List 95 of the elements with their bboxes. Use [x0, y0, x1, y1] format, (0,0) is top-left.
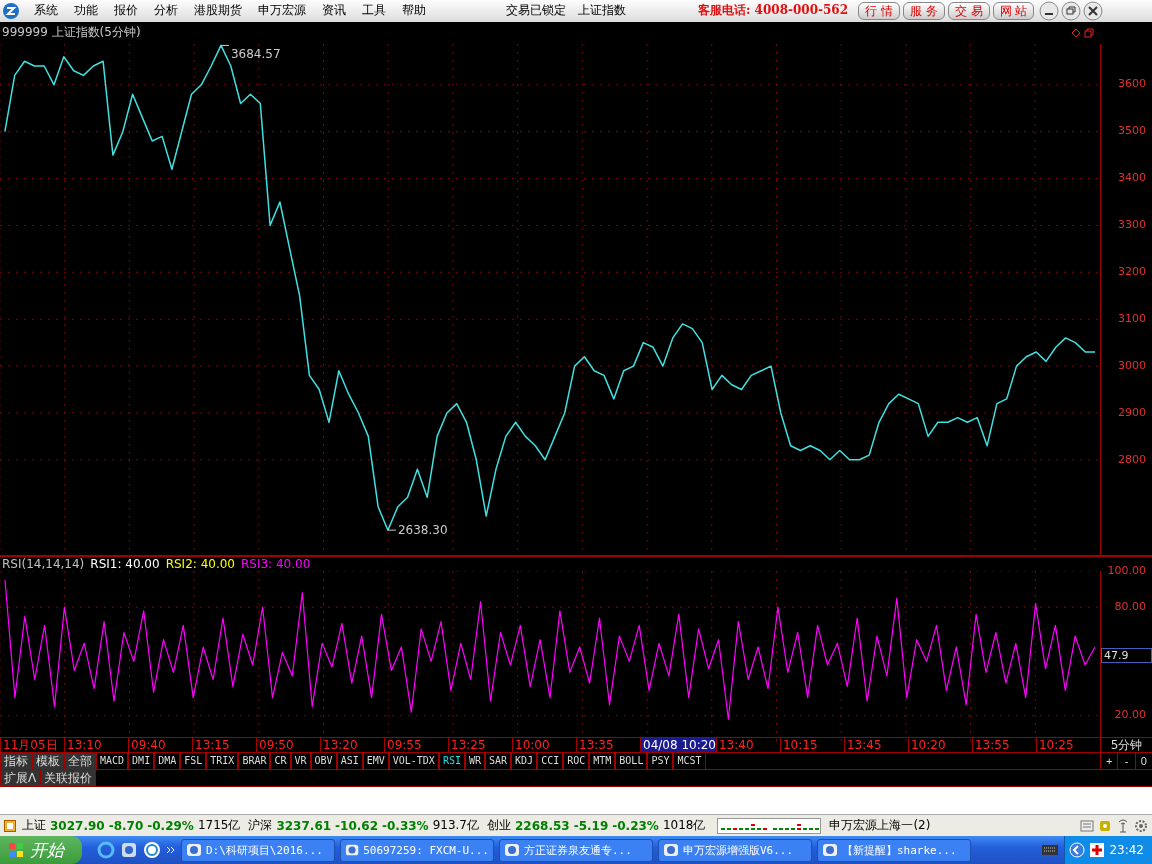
- lock-status: 交易已锁定: [506, 2, 566, 20]
- axis-label: 3400: [1118, 171, 1146, 185]
- chevron-icon[interactable]: [1069, 842, 1086, 858]
- axis-label: 3600: [1118, 77, 1146, 91]
- minimize-icon[interactable]: [1039, 0, 1060, 21]
- app-icon: [186, 842, 202, 858]
- axis-label: 3200: [1118, 265, 1146, 278]
- restore-icon[interactable]: [1061, 0, 1082, 21]
- time-label: 13:15: [192, 737, 256, 752]
- time-label: 10:20: [908, 737, 972, 752]
- close-icon[interactable]: [1083, 0, 1104, 21]
- menu-item[interactable]: 帮助: [396, 2, 436, 20]
- server-name: 申万宏源上海一(2): [829, 817, 931, 835]
- axis-label: 100.00: [1107, 563, 1146, 577]
- index-volume: 1018亿: [662, 817, 706, 835]
- time-label: 04/08 10:20: [640, 737, 716, 752]
- menu-item[interactable]: 系统: [28, 2, 68, 20]
- window-icon[interactable]: [1084, 27, 1094, 38]
- app-icon: [504, 842, 520, 858]
- index-name: 沪深: [248, 817, 273, 835]
- menu-item[interactable]: 港股期货: [188, 2, 252, 20]
- quick-button[interactable]: 交 易: [947, 1, 990, 20]
- keyboard-icon[interactable]: [1041, 843, 1060, 857]
- menu-item[interactable]: 功能: [68, 2, 108, 20]
- time-label: 13:45: [844, 737, 908, 752]
- time-label: 13:55: [972, 737, 1036, 752]
- index-name: 上证: [22, 817, 46, 835]
- indicator-legend: RSI2: 40.00: [165, 556, 235, 571]
- taskbar-button[interactable]: 50697259: FXCM-U...: [340, 838, 494, 862]
- index-price: 3237.61: [276, 818, 332, 833]
- quick-button[interactable]: 网 站: [992, 1, 1035, 20]
- time-label: 09:50: [256, 737, 320, 752]
- current-symbol: 上证指数: [578, 2, 626, 20]
- indicator-legend: RSI(14,14,14): [2, 556, 85, 571]
- clock: 23:42: [1109, 843, 1144, 857]
- time-label: 13:10: [64, 737, 128, 752]
- time-label: 09:55: [384, 737, 448, 752]
- signal-icon[interactable]: [1116, 818, 1130, 833]
- axis-label: 3500: [1118, 124, 1146, 138]
- chevron-icon[interactable]: [166, 845, 176, 855]
- app-logo-icon: [2, 1, 20, 20]
- menu-item[interactable]: 分析: [148, 2, 188, 20]
- axis-label: 2800: [1118, 452, 1146, 466]
- quick-button[interactable]: 行 情: [858, 1, 900, 20]
- axis-label: 3300: [1118, 218, 1146, 232]
- taskbar-button[interactable]: 申万宏源增强版V6...: [658, 838, 812, 862]
- period-label[interactable]: 5分钟: [1100, 737, 1152, 752]
- annotation: 2638.30: [397, 522, 448, 537]
- index-price: 3027.90: [50, 818, 105, 833]
- app-icon: [345, 842, 360, 858]
- hotline-text: 客服电话: 4008-000-562: [698, 2, 849, 20]
- browser-icon[interactable]: [143, 841, 161, 859]
- annotation: 3684.57: [230, 46, 281, 61]
- index-volume: 913.7亿: [432, 817, 479, 835]
- axis-label: 2900: [1118, 405, 1146, 419]
- time-label: 09:40: [128, 737, 192, 752]
- quick-button[interactable]: 服 务: [902, 1, 945, 20]
- current-value-label: 47.9: [1101, 647, 1152, 663]
- axis-label: 80.00: [1114, 599, 1146, 613]
- axis-label: 20.00: [1114, 708, 1146, 722]
- menu-item[interactable]: 工具: [356, 2, 396, 20]
- index-change: -8.70: [108, 818, 144, 833]
- index-name: 创业: [487, 817, 511, 835]
- index-volume: 1715亿: [197, 817, 241, 835]
- time-label: 10:00: [512, 737, 576, 752]
- menu-item[interactable]: 资讯: [316, 2, 356, 20]
- medical-cross-icon[interactable]: [1089, 842, 1106, 858]
- taskbar-button[interactable]: 【新提醒】sharke...: [817, 838, 971, 862]
- diamond-icon[interactable]: [1071, 27, 1081, 38]
- time-label: 10:25: [1036, 737, 1100, 752]
- app-icon: [822, 842, 838, 858]
- time-label: 11月05日: [0, 737, 64, 752]
- time-label: 13:40: [716, 737, 780, 752]
- index-change: -10.62: [335, 818, 378, 833]
- axis-label: 3000: [1118, 358, 1146, 372]
- app-icon: [663, 842, 679, 858]
- axis-label: 3100: [1118, 311, 1146, 325]
- index-change: -5.19: [573, 818, 609, 833]
- time-label: 10:15: [780, 737, 844, 752]
- index-percent: -0.29%: [147, 818, 194, 833]
- indicator-legend: RSI3: 40.00: [241, 556, 311, 571]
- indicator-legend: RSI1: 40.00: [90, 556, 160, 571]
- taskbar-button[interactable]: 方正证券泉友通专...: [499, 838, 653, 862]
- browser-icon[interactable]: [97, 841, 115, 859]
- time-label: 13:25: [448, 737, 512, 752]
- time-label: 13:20: [320, 737, 384, 752]
- menu-item[interactable]: 申万宏源: [252, 2, 316, 20]
- index-percent: -0.23%: [612, 818, 659, 833]
- windows-logo-icon: [8, 842, 24, 858]
- grid-icon[interactable]: [4, 819, 16, 832]
- index-price: 2268.53: [515, 818, 570, 833]
- taskbar-button[interactable]: D:\科研项目\2016...: [181, 838, 335, 862]
- index-percent: -0.33%: [382, 818, 429, 833]
- menu-item[interactable]: 报价: [108, 2, 148, 20]
- chart-title: 999999 上证指数(5分钟): [2, 24, 141, 42]
